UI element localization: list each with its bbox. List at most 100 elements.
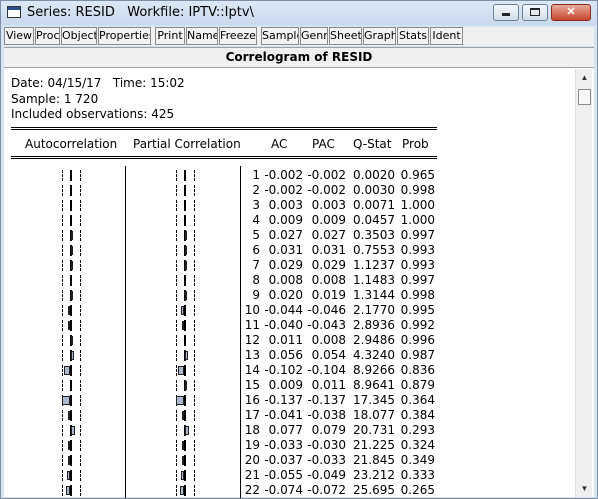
ac-graph-bound-left [62,410,63,421]
pac-graph-bound-left [176,380,177,391]
qstat-cell: 2.8936 [353,318,395,332]
ac-graph-zero-axis [70,485,72,496]
pac-cell: -0.033 [307,453,346,467]
pac-graph-bound-right [194,275,195,286]
ac-cell: 0.027 [268,228,303,242]
header-top-rule-2 [11,129,437,130]
ac-graph-bound-right [80,335,81,346]
maximize-button[interactable] [522,4,548,21]
pac-cell: 0.027 [311,228,346,242]
ac-graph-bound-right [80,485,81,496]
minimize-icon [502,12,510,16]
toolbar-button-proc[interactable]: Proc [35,27,60,45]
ac-graph-zero-axis [70,470,72,481]
pac-graph-bound-right [194,485,195,496]
prob-cell: 0.293 [400,423,435,437]
pac-cell: 0.008 [311,273,346,287]
table-row: 19 -0.033 -0.030 21.225 0.324 [4,438,444,453]
table-row: 3 0.003 0.003 0.0071 1.000 [4,198,444,213]
ac-graph-bound-left [62,335,63,346]
ac-graph-zero-axis [70,320,72,331]
table-row: 5 0.027 0.027 0.3503 0.997 [4,228,444,243]
table-row: 8 0.008 0.008 1.1483 0.997 [4,273,444,288]
prob-cell: 1.000 [400,198,435,212]
ac-graph-bound-left [62,200,63,211]
lag-cell: 2 [252,183,260,197]
scroll-up-icon[interactable]: ▲ [576,69,593,86]
pac-graph-bound-left [176,275,177,286]
prob-cell: 0.993 [400,243,435,257]
toolbar-button-graph[interactable]: Graph [363,27,396,45]
pac-graph-bound-left [176,185,177,196]
qstat-cell: 20.731 [353,423,395,437]
ac-header: AC [271,137,288,151]
ac-graph-bound-left [62,305,63,316]
ac-graph-zero-axis [70,215,72,226]
minimize-button[interactable] [493,4,519,21]
ac-graph-bound-right [80,260,81,271]
ac-cell: -0.041 [264,408,303,422]
ac-cell: 0.029 [268,258,303,272]
ac-cell: 0.011 [268,333,303,347]
table-row: 12 0.011 0.008 2.9486 0.996 [4,333,444,348]
pac-cell: -0.038 [307,408,346,422]
ac-graph-bound-right [80,425,81,436]
ac-graph-bar [71,336,73,345]
ac-graph-bar [68,321,70,330]
toolbar-button-stats[interactable]: Stats [397,27,429,45]
toolbar-button-print[interactable]: Print [155,27,185,45]
pac-graph-bar [182,441,184,450]
ac-cell: 0.009 [268,213,303,227]
lag-cell: 17 [244,408,260,422]
toolbar-button-genr[interactable]: Genr [300,27,328,45]
toolbar-button-freeze[interactable]: Freeze [219,27,257,45]
vertical-scrollbar[interactable]: ▲ ▼ [575,69,592,497]
ac-graph-bar [62,396,70,405]
prob-cell: 0.333 [400,468,435,482]
title-bar[interactable]: Series: RESID Workfile: IPTV::Iptv\ ✕ [1,1,597,25]
scroll-thumb[interactable] [578,89,591,105]
pac-graph-bound-left [176,290,177,301]
toolbar-button-ident[interactable]: Ident [430,27,463,45]
pac-graph-bound-left [176,230,177,241]
close-button[interactable]: ✕ [551,4,591,21]
toolbar-button-name[interactable]: Name [186,27,218,45]
lag-cell: 13 [244,348,260,362]
ac-graph-bound-right [80,200,81,211]
scroll-down-icon[interactable]: ▼ [576,480,593,497]
prob-cell: 0.836 [400,363,435,377]
pac-graph-bound-left [176,335,177,346]
lag-cell: 21 [244,468,260,482]
table-row: 18 0.077 0.079 20.731 0.293 [4,423,444,438]
pac-graph-bound-left [176,215,177,226]
ac-graph-bound-left [62,275,63,286]
qstat-cell: 0.7553 [353,243,395,257]
prob-cell: 0.349 [400,453,435,467]
ac-graph-bar [67,471,70,480]
toolbar-button-object[interactable]: Object [61,27,97,45]
qstat-cell: 8.9266 [353,363,395,377]
ac-graph-bound-right [80,350,81,361]
qstat-header: Q-Stat [353,137,392,151]
pac-graph-bar [181,306,184,315]
lag-cell: 9 [252,288,260,302]
pac-graph-bar [180,486,184,495]
toolbar-button-properties[interactable]: Properties [98,27,151,45]
toolbar-button-view[interactable]: View [4,27,34,45]
pac-graph-bar [185,381,187,390]
lag-cell: 20 [244,453,260,467]
prob-cell: 0.965 [400,168,435,182]
table-row: 4 0.009 0.009 0.0457 1.000 [4,213,444,228]
table-row: 15 0.009 0.011 8.9641 0.879 [4,378,444,393]
pac-graph-bound-right [194,245,195,256]
ac-graph-bar [68,441,70,450]
pac-graph-bound-right [194,380,195,391]
pac-graph-bound-left [176,305,177,316]
pac-graph-bar [176,396,184,405]
prob-cell: 0.324 [400,438,435,452]
qstat-cell: 1.1483 [353,273,395,287]
prob-cell: 0.997 [400,228,435,242]
toolbar-button-sheet[interactable]: Sheet [329,27,362,45]
prob-cell: 0.992 [400,318,435,332]
toolbar-button-sample[interactable]: Sample [261,27,299,45]
